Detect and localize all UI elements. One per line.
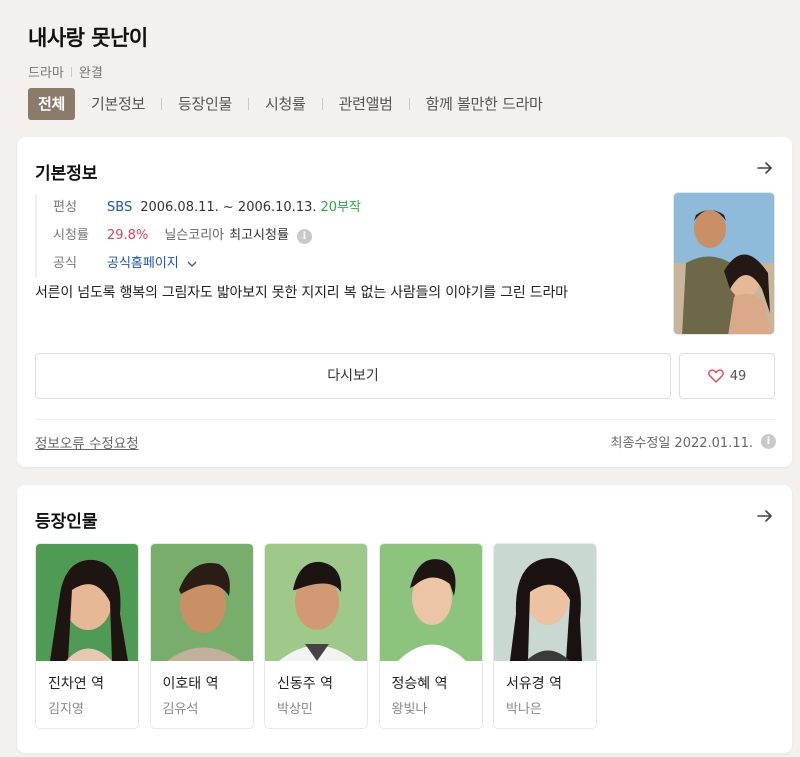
chevron-down-icon[interactable]	[187, 259, 197, 269]
drama-description: 서른이 넘도록 행복의 그림자도 밟아보지 못한 지지리 복 없는 사람들의 이…	[35, 285, 568, 301]
arrow-right-icon[interactable]	[754, 157, 776, 179]
official-row: 공식 공식홈페이지	[53, 250, 655, 278]
broadcast-period: 2006.08.11. ~ 2006.10.13.	[140, 200, 317, 215]
page-title: 내사랑 못난이	[28, 26, 148, 50]
last-updated-text: 최종수정일 2022.01.11.	[610, 436, 754, 451]
official-label: 공식	[53, 256, 77, 271]
like-button[interactable]: 49	[679, 353, 775, 399]
cast-role: 신동주 역	[277, 676, 333, 692]
cast-actor: 김지영	[48, 702, 84, 717]
cast-member[interactable]: 이호태 역 김유석	[149, 543, 254, 729]
heart-icon	[707, 369, 724, 383]
cast-actor: 박상민	[277, 702, 313, 717]
cast-photo	[379, 544, 482, 661]
cast-member[interactable]: 신동주 역 박상민	[264, 543, 368, 729]
episode-count: 20부작	[320, 200, 361, 215]
arrow-right-icon[interactable]	[754, 505, 776, 527]
cast-role: 정승혜 역	[391, 676, 448, 692]
meta-line: 드라마 완결	[28, 62, 800, 81]
tab-all[interactable]: 전체	[28, 88, 76, 120]
tab-basic-info[interactable]: 기본정보	[91, 88, 145, 120]
rating-type: 최고시청률	[229, 228, 289, 243]
info-icon[interactable]: i	[296, 228, 312, 244]
basic-info-card: 기본정보 편성 SBS 2006.08.11. ~ 2006.10.13. 20…	[17, 137, 792, 467]
cast-photo	[36, 544, 138, 661]
genre-label: 드라마	[28, 66, 64, 81]
status-label: 완결	[78, 66, 103, 81]
rating-source: 닐슨코리아	[164, 228, 225, 243]
info-icon[interactable]: i	[761, 434, 776, 449]
like-count: 49	[729, 368, 747, 384]
tab-divider	[408, 98, 410, 110]
report-error-link[interactable]: 정보오류 수정요청	[35, 432, 139, 452]
cast-photo	[265, 544, 367, 661]
info-block: 편성 SBS 2006.08.11. ~ 2006.10.13. 20부작 시청…	[35, 194, 655, 278]
cast-member[interactable]: 정승혜 역 왕빛나	[378, 543, 483, 729]
tab-bar: 전체 기본정보 등장인물 시청률 관련앨범 함께 볼만한 드라마	[28, 88, 543, 120]
broadcaster-link[interactable]: SBS	[107, 194, 132, 222]
tab-albums[interactable]: 관련앨범	[339, 88, 393, 120]
tab-ratings[interactable]: 시청률	[265, 88, 306, 120]
tab-divider	[161, 98, 163, 110]
cast-member[interactable]: 진차연 역 김지영	[35, 543, 139, 729]
tab-recommended-dramas[interactable]: 함께 볼만한 드라마	[426, 88, 543, 120]
broadcast-row: 편성 SBS 2006.08.11. ~ 2006.10.13. 20부작	[53, 194, 655, 222]
last-updated: 최종수정일 2022.01.11. i	[610, 432, 776, 451]
cast-card-section: 등장인물 진차연 역 김지영 이호태 역 김유석 신동주 역 박상민 정승혜 역…	[17, 485, 792, 753]
cast-actor: 왕빛나	[391, 702, 428, 717]
cast-member[interactable]: 서유경 역 박나은	[493, 543, 597, 729]
rating-value: 29.8%	[107, 228, 149, 243]
cast-list: 진차연 역 김지영 이호태 역 김유석 신동주 역 박상민 정승혜 역 왕빛나 …	[35, 543, 608, 729]
tab-divider	[248, 98, 250, 110]
cast-photo	[150, 544, 253, 661]
broadcast-label: 편성	[53, 200, 77, 215]
card-divider	[35, 419, 775, 420]
tab-divider	[321, 98, 323, 110]
cast-actor: 김유석	[162, 702, 199, 717]
cast-role: 이호태 역	[162, 676, 219, 692]
rating-label: 시청률	[53, 228, 89, 243]
cast-role: 서유경 역	[506, 676, 562, 692]
basic-info-title: 기본정보	[35, 164, 98, 184]
rating-row: 시청률 29.8% 닐슨코리아 최고시청률 i	[53, 222, 655, 250]
cast-role: 진차연 역	[48, 676, 104, 692]
cast-photo	[494, 544, 596, 661]
meta-divider	[70, 66, 72, 77]
official-homepage-link[interactable]: 공식홈페이지	[107, 250, 179, 278]
drama-poster[interactable]	[673, 192, 775, 335]
cast-actor: 박나은	[506, 702, 542, 717]
cast-title: 등장인물	[35, 512, 98, 532]
replay-button[interactable]: 다시보기	[35, 353, 671, 399]
tab-cast[interactable]: 등장인물	[178, 88, 232, 120]
